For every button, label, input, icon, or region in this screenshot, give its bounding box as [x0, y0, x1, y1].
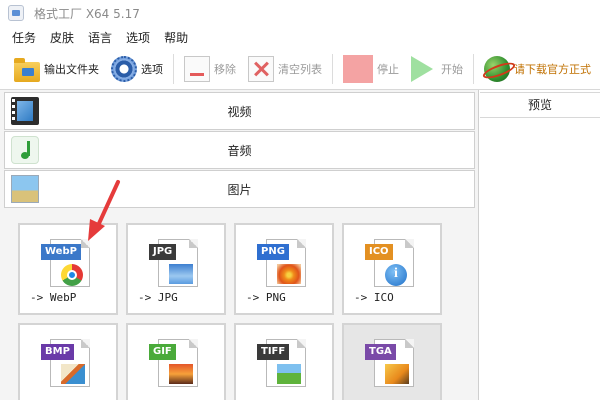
- toolbar-divider: [173, 53, 174, 84]
- tile-label: -> ICO: [354, 291, 394, 304]
- format-tag: TGA: [365, 344, 396, 360]
- info-icon: [385, 264, 407, 286]
- format-tag: WebP: [41, 244, 81, 260]
- document-icon: PNG: [257, 239, 306, 287]
- tile-gif[interactable]: GIF: [126, 323, 226, 400]
- category-video[interactable]: 视频: [4, 92, 475, 130]
- toolbar-divider: [473, 53, 474, 84]
- tile-jpg[interactable]: JPG -> JPG: [126, 223, 226, 315]
- tile-webp[interactable]: WebP -> WebP: [18, 223, 118, 315]
- tile-label: -> WebP: [30, 291, 77, 304]
- paint-icon: [61, 364, 85, 384]
- sunset-icon: [169, 364, 193, 384]
- preview-header: 预览: [480, 92, 600, 118]
- landscape-icon: [169, 264, 193, 284]
- menu-options[interactable]: 选项: [126, 29, 150, 46]
- format-tag: PNG: [257, 244, 289, 260]
- options-button[interactable]: 选项: [105, 52, 169, 86]
- preview-panel: 预览: [480, 90, 600, 400]
- category-audio[interactable]: 音频: [4, 131, 475, 169]
- tile-bmp[interactable]: BMP: [18, 323, 118, 400]
- tile-tga[interactable]: TGA: [342, 323, 442, 400]
- stop-button[interactable]: 停止: [337, 52, 405, 86]
- output-folder-label: 输出文件夹: [44, 62, 99, 76]
- official-download-link[interactable]: 请下载官方正式: [478, 52, 597, 86]
- menu-help[interactable]: 帮助: [164, 29, 188, 46]
- image-icon: [385, 364, 409, 384]
- document-icon: BMP: [41, 339, 90, 387]
- document-icon: TIFF: [257, 339, 306, 387]
- remove-button[interactable]: 移除: [178, 52, 242, 86]
- play-icon: [411, 55, 433, 82]
- format-tag: ICO: [365, 244, 393, 260]
- clear-list-label: 清空列表: [278, 62, 322, 76]
- menu-bar: 任务 皮肤 语言 选项 帮助: [0, 26, 600, 48]
- menu-language[interactable]: 语言: [88, 29, 112, 46]
- official-download-label: 请下载官方正式: [514, 62, 591, 76]
- menu-skin[interactable]: 皮肤: [50, 29, 74, 46]
- output-folder-button[interactable]: 输出文件夹: [0, 52, 105, 86]
- clear-icon: [248, 55, 274, 82]
- category-audio-label: 音频: [227, 143, 252, 158]
- stop-icon: [343, 54, 373, 83]
- format-tag: TIFF: [257, 344, 290, 360]
- document-icon: JPG: [149, 239, 198, 287]
- format-tag: JPG: [149, 244, 177, 260]
- window-title: 格式工厂 X64 5.17: [34, 6, 140, 21]
- meadow-icon: [277, 364, 301, 384]
- format-panel: 视频 音频 图片 WebP -> WebP JPG -> JPG PNG -> …: [0, 90, 479, 400]
- app-icon: [8, 5, 24, 21]
- category-image-label: 图片: [227, 182, 252, 197]
- globe-icon: [484, 55, 510, 82]
- category-image[interactable]: 图片: [4, 170, 475, 208]
- clear-list-button[interactable]: 清空列表: [242, 52, 328, 86]
- chrome-icon: [61, 264, 83, 286]
- remove-label: 移除: [214, 62, 236, 76]
- gear-icon: [111, 55, 137, 82]
- document-icon: ICO: [365, 239, 414, 287]
- tile-label: -> PNG: [246, 291, 286, 304]
- document-icon: WebP: [41, 239, 90, 287]
- tile-png[interactable]: PNG -> PNG: [234, 223, 334, 315]
- tile-ico[interactable]: ICO -> ICO: [342, 223, 442, 315]
- menu-task[interactable]: 任务: [12, 29, 36, 46]
- folder-icon: [14, 57, 40, 82]
- options-label: 选项: [141, 62, 163, 76]
- title-bar: 格式工厂 X64 5.17: [0, 0, 600, 26]
- flower-icon: [277, 264, 301, 284]
- stop-label: 停止: [377, 62, 399, 76]
- remove-icon: [184, 55, 210, 82]
- toolbar-divider: [332, 53, 333, 84]
- toolbar: 输出文件夹 选项 移除 清空列表 停止 开始 请下载官方正式: [0, 48, 600, 90]
- format-tag: GIF: [149, 344, 176, 360]
- tile-tiff[interactable]: TIFF: [234, 323, 334, 400]
- start-label: 开始: [441, 62, 463, 76]
- start-button[interactable]: 开始: [405, 52, 469, 86]
- format-tag: BMP: [41, 344, 74, 360]
- document-icon: GIF: [149, 339, 198, 387]
- category-video-label: 视频: [227, 104, 252, 119]
- document-icon: TGA: [365, 339, 414, 387]
- tile-label: -> JPG: [138, 291, 178, 304]
